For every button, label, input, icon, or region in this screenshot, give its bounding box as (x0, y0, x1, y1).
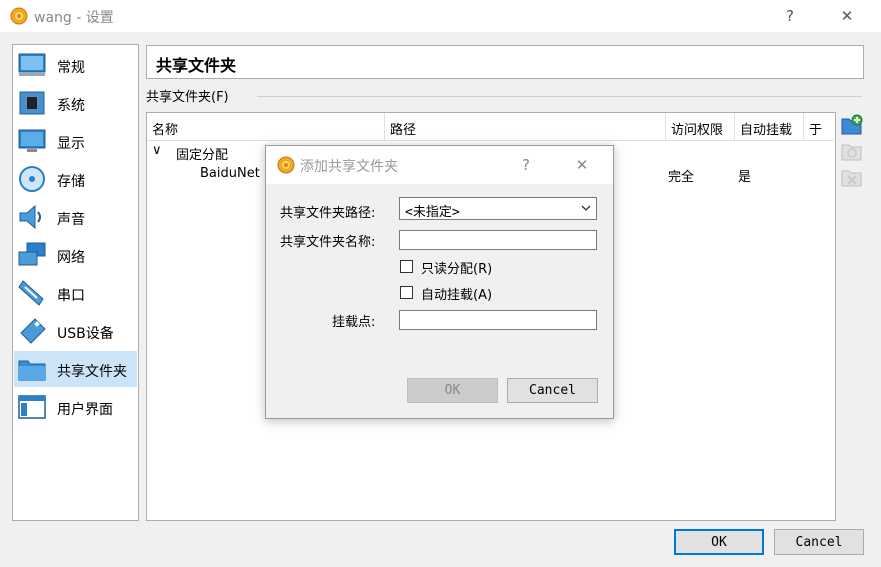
sidebar-item-storage[interactable]: 存储 (14, 161, 137, 197)
sidebar-item-system[interactable]: 系统 (14, 85, 137, 121)
title-bar: wang - 设置 ? ✕ (0, 0, 881, 32)
sidebar-item-serial[interactable]: 串口 (14, 275, 137, 311)
table-row-name[interactable]: BaiduNet (200, 166, 260, 181)
page-title: 共享文件夹 (156, 56, 237, 75)
sidebar-item-label: 显示 (57, 136, 85, 152)
column-header-name[interactable]: 名称 (147, 113, 385, 141)
virtualbox-app-icon (10, 7, 28, 25)
automount-checkbox[interactable] (400, 286, 413, 299)
folder-name-label: 共享文件夹名称: (280, 235, 376, 250)
usb-icon (20, 318, 46, 344)
readonly-checkbox[interactable] (400, 260, 413, 273)
help-button[interactable]: ? (767, 0, 813, 32)
dialog-cancel-button[interactable]: Cancel (507, 378, 598, 403)
remove-shared-folder-icon[interactable] (841, 166, 863, 188)
virtualbox-app-icon (277, 156, 295, 174)
sidebar-item-general[interactable]: 常规 (14, 47, 137, 83)
mount-point-input[interactable] (399, 310, 597, 330)
group-row-label[interactable]: 固定分配 (176, 144, 228, 163)
column-header-automount[interactable]: 自动挂载 (735, 113, 804, 141)
ok-button[interactable]: OK (674, 529, 764, 555)
sidebar-item-network[interactable]: 网络 (14, 237, 137, 273)
window-title: wang - 设置 (34, 10, 114, 26)
folder-name-input[interactable] (399, 230, 597, 250)
dialog-help-button[interactable]: ? (506, 146, 546, 184)
dialog-close-button[interactable]: ✕ (562, 146, 602, 184)
sidebar-item-display[interactable]: 显示 (14, 123, 137, 159)
folder-path-combobox[interactable]: <未指定> (399, 197, 597, 220)
folder-path-label: 共享文件夹路径: (280, 206, 376, 221)
group-expand-toggle[interactable]: ∨ (152, 143, 162, 158)
table-row-access: 完全 (668, 170, 695, 185)
network-icon (18, 242, 46, 266)
close-button[interactable]: ✕ (824, 0, 870, 32)
sidebar-item-audio[interactable]: 声音 (14, 199, 137, 235)
automount-label[interactable]: 自动挂载(A) (421, 284, 492, 303)
sidebar-item-label: 串口 (57, 288, 85, 304)
settings-sidebar: 常规 系统 显示 存储 声音 网络 串口 USB设备 共享文件夹 用户界面 (12, 44, 139, 521)
chip-system-icon (19, 91, 45, 115)
mount-point-label: 挂载点: (332, 315, 376, 330)
sidebar-item-label: 用户界面 (57, 402, 113, 418)
column-header-at[interactable]: 于 (804, 113, 834, 141)
edit-shared-folder-icon[interactable] (841, 140, 863, 162)
monitor-general-icon (18, 53, 46, 76)
column-header-access[interactable]: 访问权限 (666, 113, 735, 141)
sidebar-item-label: 存储 (57, 174, 85, 190)
sidebar-item-label: 声音 (57, 212, 85, 228)
table-row-automount: 是 (738, 170, 752, 185)
cancel-button[interactable]: Cancel (774, 529, 864, 555)
user-interface-icon (18, 395, 46, 419)
shared-folder-icon (18, 360, 46, 381)
dialog-title: 添加共享文件夹 (300, 159, 398, 175)
group-label: 共享文件夹(F) (146, 90, 229, 105)
add-shared-folder-icon[interactable] (841, 114, 863, 136)
section-title-box: 共享文件夹 (146, 45, 864, 79)
folder-path-value: <未指定> (405, 205, 460, 220)
sidebar-item-usb[interactable]: USB设备 (14, 313, 137, 349)
sidebar-item-label: 共享文件夹 (57, 364, 127, 380)
display-icon (18, 129, 46, 152)
chevron-down-icon (581, 205, 591, 211)
speaker-icon (19, 204, 41, 230)
disk-storage-icon (19, 166, 45, 192)
readonly-label[interactable]: 只读分配(R) (421, 258, 492, 277)
group-divider (257, 96, 862, 97)
sidebar-item-label: USB设备 (57, 326, 114, 342)
dialog-title-bar: 添加共享文件夹 ? ✕ (266, 146, 613, 184)
serial-port-icon (18, 280, 44, 306)
dialog-ok-button[interactable]: OK (407, 378, 498, 403)
sidebar-item-label: 网络 (57, 250, 85, 266)
sidebar-item-shared-folders[interactable]: 共享文件夹 (14, 351, 137, 387)
column-header-path[interactable]: 路径 (385, 113, 666, 141)
add-shared-folder-dialog: 添加共享文件夹 ? ✕ 共享文件夹路径: <未指定> 共享文件夹名称: 只读分配… (265, 145, 614, 419)
sidebar-item-label: 系统 (57, 98, 85, 114)
sidebar-item-user-interface[interactable]: 用户界面 (14, 389, 137, 425)
sidebar-item-label: 常规 (57, 60, 85, 76)
